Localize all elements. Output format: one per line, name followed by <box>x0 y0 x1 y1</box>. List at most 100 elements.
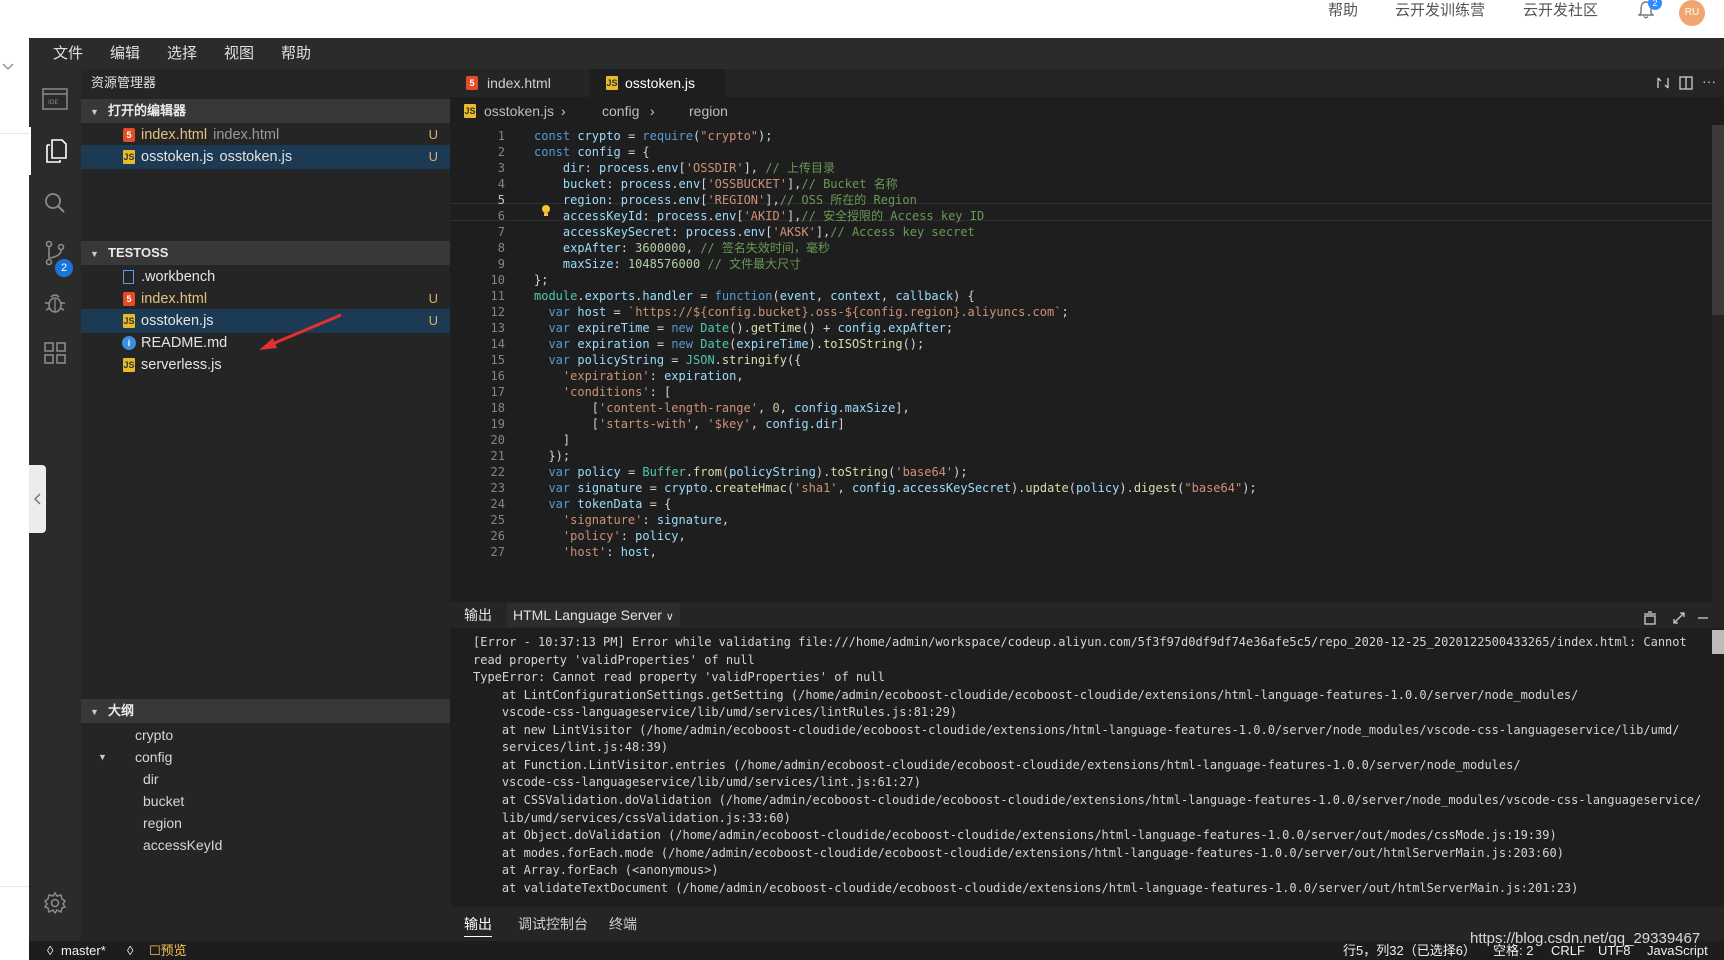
menu-selection[interactable]: 选择 <box>167 38 197 69</box>
outline-item-region[interactable]: region <box>81 812 450 834</box>
debug-icon[interactable] <box>29 279 81 327</box>
explorer-icon[interactable] <box>29 127 81 175</box>
chevron-right-icon: › <box>650 103 655 119</box>
code-line[interactable]: 13 var expireTime = new Date().getTime()… <box>450 320 1710 336</box>
code-line[interactable]: 26 'policy': policy, <box>450 528 1710 544</box>
js-file-icon: JS <box>464 104 476 118</box>
preview-button[interactable]: ☐预览 <box>149 941 187 960</box>
code-line[interactable]: 9 maxSize: 1048576000 // 文件最大尺寸 <box>450 256 1710 272</box>
outline-header[interactable]: ▼ 大纲 <box>81 699 450 723</box>
breadcrumb-region[interactable]: region <box>689 97 728 125</box>
menu-edit[interactable]: 编辑 <box>110 38 140 69</box>
code-line[interactable]: 21 }); <box>450 448 1710 464</box>
open-editors-header[interactable]: ▼ 打开的编辑器 <box>81 99 450 123</box>
extensions-icon[interactable] <box>29 329 81 377</box>
file-item-index-html[interactable]: 5 index.html U <box>81 287 450 311</box>
cursor-position[interactable]: 行5，列32（已选择6） <box>1343 941 1476 960</box>
clear-output-icon[interactable] <box>1643 607 1657 633</box>
output-scrollbar-thumb[interactable] <box>1712 630 1724 654</box>
js-file-icon: JS <box>123 150 135 164</box>
file-name-wrap: index.html index.html <box>141 123 279 147</box>
code-text: bucket: process.env['OSSBUCKET'],// Buck… <box>562 177 898 191</box>
code-line[interactable]: 25 'signature': signature, <box>450 512 1710 528</box>
code-line[interactable]: 18 ['content-length-range', 0, config.ma… <box>450 400 1710 416</box>
outline-item-dir[interactable]: dir <box>81 768 450 790</box>
code-line[interactable]: 5 region: process.env['REGION'],// OSS 所… <box>450 192 1710 208</box>
output-line: at modes.forEach.mode (/home/admin/ecobo… <box>473 845 1564 860</box>
code-line[interactable]: 14 var expiration = new Date(expireTime)… <box>450 336 1710 352</box>
code-text: ['starts-with', '$key', config.dir] <box>534 417 845 431</box>
open-editor-item-index-html[interactable]: 5 index.html index.html U <box>81 123 450 147</box>
js-file-icon: JS <box>123 358 135 372</box>
code-line[interactable]: 19 ['starts-with', '$key', config.dir] <box>450 416 1710 432</box>
tab-index-html[interactable]: 5 index.html <box>450 69 585 97</box>
close-panel-icon[interactable] <box>1696 607 1710 633</box>
code-line[interactable]: 11 module.exports.handler = function(even… <box>450 288 1710 304</box>
code-line[interactable]: 23 var signature = crypto.createHmac('sh… <box>450 480 1710 496</box>
code-line[interactable]: 3 dir: process.env['OSSDIR'], // 上传目录 <box>450 160 1710 176</box>
sync-icon[interactable]: ◊ <box>127 941 133 960</box>
untracked-badge: U <box>428 149 438 164</box>
file-name-wrap: osstoken.js osstoken.js <box>141 145 292 169</box>
search-icon[interactable] <box>29 179 81 227</box>
code-line[interactable]: 4 bucket: process.env['OSSBUCKET'],// Bu… <box>450 176 1710 192</box>
outline-item-accesskeyid[interactable]: accessKeyId <box>81 834 450 856</box>
code-line[interactable]: 20 ] <box>450 432 1710 448</box>
line-number: 24 <box>490 497 505 511</box>
code-line[interactable]: 1 const crypto = require("crypto"); <box>450 128 1710 144</box>
line-number: 8 <box>497 241 505 255</box>
outline-item-bucket[interactable]: bucket <box>81 790 450 812</box>
tab-output[interactable]: 输出 <box>464 907 492 937</box>
community-link[interactable]: 云开发社区 <box>1523 0 1598 22</box>
explorer-sidebar: 资源管理器 ▼ 打开的编辑器 5 index.html index.html U J… <box>81 69 450 941</box>
training-camp-link[interactable]: 云开发训练营 <box>1395 0 1485 22</box>
code-line[interactable]: 7 accessKeySecret: process.env['AKSK'],/… <box>450 224 1710 240</box>
compare-changes-icon[interactable] <box>1656 76 1670 95</box>
editor-scrollbar-thumb[interactable] <box>1712 125 1724 315</box>
more-actions-icon[interactable]: ··· <box>1702 73 1716 89</box>
source-control-badge: 2 <box>55 259 73 277</box>
open-editor-item-osstoken-js[interactable]: JS osstoken.js osstoken.js U <box>81 145 450 169</box>
code-line[interactable]: 8 expAfter: 3600000, // 签名失效时间，毫秒 <box>450 240 1710 256</box>
code-line[interactable]: 6 accessKeyId: process.env['AKID'],// 安全… <box>450 208 1710 224</box>
collapse-panel-button[interactable] <box>29 465 46 533</box>
file-desc: osstoken.js <box>219 149 293 165</box>
code-text: var policyString = JSON.stringify({ <box>548 353 802 367</box>
tab-debug-console[interactable]: 调试控制台 <box>518 907 588 941</box>
code-line[interactable]: 24 var tokenData = { <box>450 496 1710 512</box>
settings-icon[interactable] <box>29 879 81 927</box>
breadcrumb-config[interactable]: config <box>602 97 639 125</box>
menu-file[interactable]: 文件 <box>53 38 83 69</box>
code-line[interactable]: 10}; <box>450 272 1710 288</box>
code-line[interactable]: 2 const config = { <box>450 144 1710 160</box>
outline-item-config[interactable]: ▼ config <box>81 746 450 768</box>
chevron-down-icon[interactable] <box>2 58 14 74</box>
output-channel-select[interactable]: HTML Language Server ∨ <box>507 603 680 627</box>
outline-item-crypto[interactable]: crypto <box>81 724 450 746</box>
branch-name[interactable]: master* <box>61 941 106 960</box>
split-editor-icon[interactable] <box>1679 76 1693 95</box>
help-link[interactable]: 帮助 <box>1328 0 1358 22</box>
maximize-panel-icon[interactable] <box>1672 607 1686 633</box>
menu-view[interactable]: 视图 <box>224 38 254 69</box>
tab-osstoken-js[interactable]: JS osstoken.js <box>590 69 725 97</box>
output-line: at CSSValidation.doValidation (/home/adm… <box>473 792 1702 807</box>
code-text: 'host': host, <box>562 545 657 559</box>
code-line[interactable]: 15 var policyString = JSON.stringify({ <box>450 352 1710 368</box>
workspace-header[interactable]: ▼ TESTOSS <box>81 241 450 265</box>
code-line[interactable]: 12 var host = `https://${config.bucket}.… <box>450 304 1710 320</box>
ide-logo-icon[interactable]: IDE <box>29 75 81 123</box>
avatar[interactable]: RU <box>1679 0 1705 26</box>
code-line[interactable]: 17 'conditions': [ <box>450 384 1710 400</box>
file-item-serverless-js[interactable]: JS serverless.js <box>81 353 450 377</box>
breadcrumb-file[interactable]: osstoken.js <box>484 97 554 125</box>
code-line[interactable]: 22 var policy = Buffer.from(policyString… <box>450 464 1710 480</box>
code-line[interactable]: 27 'host': host, <box>450 544 1710 560</box>
menu-help[interactable]: 帮助 <box>281 38 311 69</box>
preview-icon: ☐ <box>149 943 161 958</box>
tab-terminal[interactable]: 终端 <box>609 907 637 941</box>
code-line[interactable]: 16 'expiration': expiration, <box>450 368 1710 384</box>
file-item-workbench[interactable]: .workbench <box>81 265 450 289</box>
line-number: 21 <box>490 449 505 463</box>
line-number: 1 <box>497 129 505 143</box>
